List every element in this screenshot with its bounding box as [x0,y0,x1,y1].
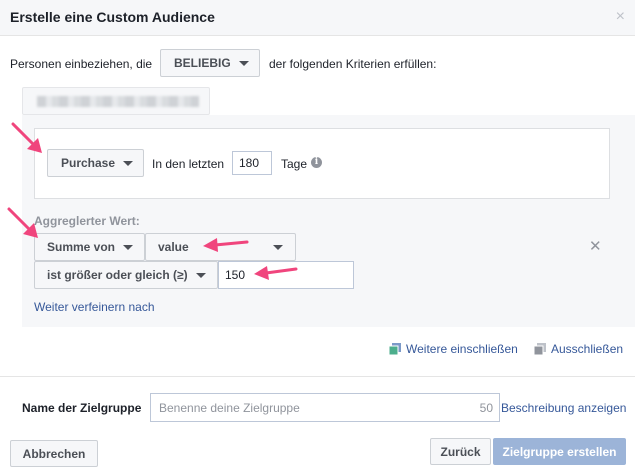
chevron-down-icon [123,244,134,250]
divider [0,376,635,377]
chevron-down-icon [195,272,206,278]
create-audience-button[interactable]: Zielgruppe erstellen [493,438,626,465]
info-icon[interactable]: i [311,157,322,168]
retention-label: In den letzten [152,157,225,171]
redacted-source-name [37,96,199,107]
remove-rule-icon[interactable]: ✕ [589,239,602,254]
chevron-down-icon [238,60,249,66]
include-more-label: Weitere einschließen [406,342,518,356]
close-icon[interactable]: × [616,8,625,26]
chevron-down-icon [123,160,134,166]
aggregate-label: Aggreglerter Wert: [34,214,140,228]
annotation-arrow-icon [7,207,38,238]
audience-name-input[interactable]: Benenne deine Zielgruppe 50 [150,393,500,422]
include-more-button[interactable]: Weitere einschließen [389,342,518,356]
operator-dropdown[interactable]: ist größer oder gleich (≥) [34,261,218,289]
retention-unit: Tage [281,157,308,171]
operator-label: ist größer oder gleich (≥) [47,268,188,282]
audience-name-placeholder: Benenne deine Zielgruppe [159,400,300,415]
criteria-mode-label: BELIEBIG [174,56,231,70]
event-name: Purchase [61,156,116,170]
criteria-mode-dropdown[interactable]: BELIEBIG [160,49,260,77]
source-selector[interactable] [22,87,210,115]
char-count: 50 [479,400,493,415]
retention-days-input[interactable]: 180 [232,151,272,175]
annotation-arrow-icon [11,122,42,153]
refine-link[interactable]: Weiter verfeinern nach [34,300,155,314]
exclude-label: Ausschließen [551,342,624,356]
back-button[interactable]: Zurück [430,438,491,465]
exclude-icon [534,343,546,355]
criteria-suffix: der folgenden Kriterien erfüllen: [269,57,437,71]
aggregate-parameter-label: value [158,240,189,254]
annotation-arrow-icon [254,266,298,280]
event-dropdown[interactable]: Purchase [47,149,144,177]
dialog-title: Erstelle eine Custom Audience [10,9,215,25]
criteria-prefix: Personen einbeziehen, die [10,57,153,71]
annotation-arrow-icon [203,238,249,252]
cancel-button[interactable]: Abbrechen [10,440,98,467]
aggregate-function-label: Summe von [47,240,116,254]
audience-name-label: Name der Zielgruppe [22,401,142,415]
include-icon [389,343,401,355]
aggregate-function-dropdown[interactable]: Summe von [34,233,145,261]
chevron-down-icon [273,245,283,250]
description-link[interactable]: Beschreibung anzeigen [501,401,626,415]
exclude-button[interactable]: Ausschließen [534,342,623,356]
